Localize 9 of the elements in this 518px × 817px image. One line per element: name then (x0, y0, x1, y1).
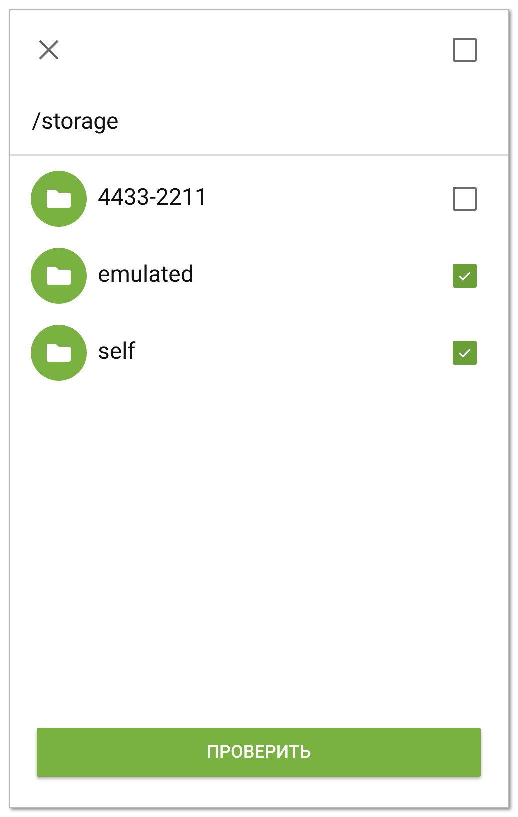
folder-name[interactable]: 4433-2211 (98, 181, 453, 216)
folder-name[interactable]: emulated (98, 258, 453, 293)
checkbox[interactable] (453, 264, 477, 288)
checkbox[interactable] (453, 340, 477, 364)
folder-path: /storage (32, 106, 119, 137)
checkbox[interactable] (453, 186, 477, 210)
checkbox[interactable] (453, 38, 477, 62)
close-icon[interactable] (38, 39, 60, 61)
folder-name[interactable]: self (98, 335, 453, 370)
